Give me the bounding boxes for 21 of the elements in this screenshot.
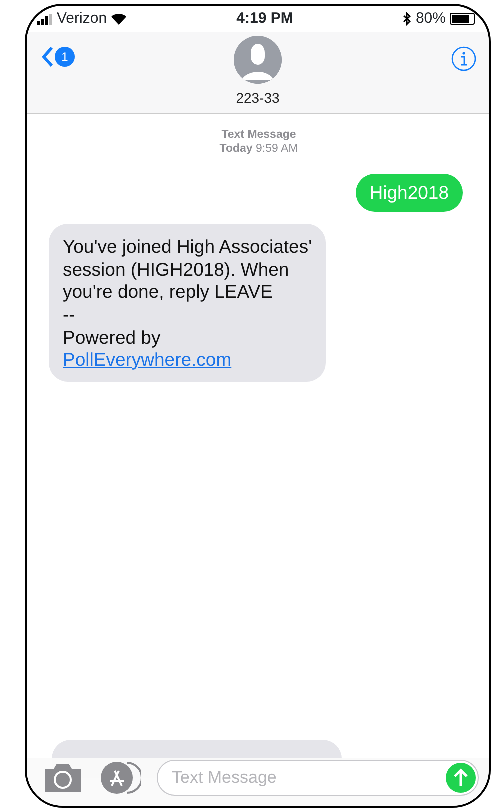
carrier-name: Verizon <box>57 8 108 29</box>
unread-count: 1 <box>55 47 75 67</box>
status-time: 4:19 PM <box>236 8 294 29</box>
message-bubble: You've joined High Associates' session (HIGH2018). When you're done, reply LEAVE -- Powered by PollEverywhere.com <box>49 224 326 382</box>
send-button[interactable] <box>446 763 476 793</box>
timestamp-time: Today 9:59 AM <box>220 142 298 157</box>
avatar-icon <box>234 36 282 84</box>
timestamp-label: Text Message <box>220 128 298 142</box>
bluetooth-icon <box>402 12 412 26</box>
battery-percent: 80% <box>416 8 446 29</box>
signal-icon <box>37 14 53 24</box>
back-button[interactable]: 1 <box>41 46 75 68</box>
message-bubble: High2018 <box>356 174 463 212</box>
message-input[interactable]: Text Message <box>157 760 479 796</box>
app-store-icon[interactable] <box>99 760 141 796</box>
info-button[interactable] <box>451 46 477 72</box>
wifi-icon <box>111 13 128 25</box>
message-link[interactable]: PollEverywhere.com <box>63 349 232 370</box>
back-chevron-icon <box>41 46 54 68</box>
contact-name[interactable]: 223-33 <box>236 88 280 109</box>
camera-icon[interactable] <box>43 763 83 793</box>
